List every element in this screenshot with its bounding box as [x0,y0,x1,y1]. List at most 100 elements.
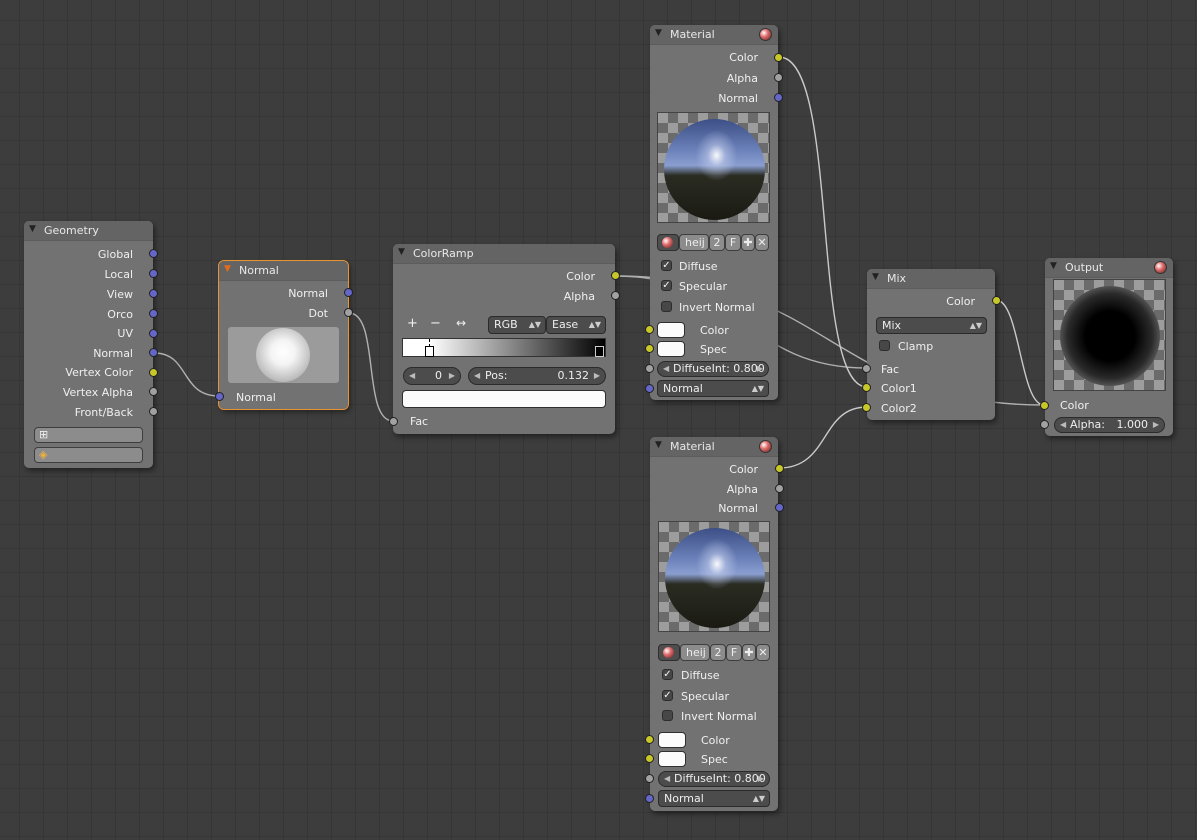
material-name-field[interactable]: heij [680,644,710,661]
socket-normal[interactable] [149,348,158,357]
socket-colorramp-fac[interactable] [389,417,398,426]
material-name-field[interactable]: heij [679,234,709,251]
normal-input-select[interactable]: Normal ▲▼ [657,380,769,397]
vertex-color-field[interactable]: ◈ [34,447,143,463]
material-browse-button[interactable] [658,644,680,661]
fake-user-button[interactable]: F [725,234,741,251]
material-preview-toggle-icon[interactable] [1154,261,1167,274]
material-users-button[interactable]: 2 [709,234,725,251]
diffuse-intensity-field[interactable]: ◀ DiffuseInt: 0.800 ▶ [658,771,770,787]
colorramp-node[interactable]: ▼ ColorRamp Color Alpha + − ↔ RGB ▲▼ Eas… [393,244,615,434]
position-field[interactable]: ◀ Pos: 0.132 ▶ [468,367,606,385]
add-stop-button[interactable]: + [407,316,418,331]
uv-map-field[interactable]: ⊞ [34,427,143,443]
material-browse-button[interactable] [657,234,679,251]
node-header[interactable]: ▼ ColorRamp [393,244,615,264]
spec-swatch[interactable] [657,341,685,357]
node-header[interactable]: ▼ Material [650,25,778,45]
normal-sphere[interactable] [256,328,310,382]
color-swatch[interactable] [658,732,686,748]
socket-matbot-normal-in[interactable] [645,794,654,803]
socket-mattop-normal-out[interactable] [774,93,783,102]
increment-arrow-icon[interactable]: ▶ [758,772,764,786]
socket-uv[interactable] [149,329,158,338]
color-mode-select[interactable]: RGB ▲▼ [488,316,546,334]
socket-mattop-color-out[interactable] [774,53,783,62]
specular-checkbox[interactable]: ✓ [662,690,673,701]
decrement-arrow-icon[interactable]: ◀ [409,368,415,384]
diffuse-checkbox[interactable]: ✓ [661,260,672,271]
socket-mix-color1-in[interactable] [862,383,871,392]
collapse-triangle-icon[interactable]: ▼ [872,272,879,282]
socket-mattop-color-in[interactable] [645,325,654,334]
increment-arrow-icon[interactable]: ▶ [594,368,600,384]
spec-swatch[interactable] [658,751,686,767]
specular-checkbox[interactable]: ✓ [661,280,672,291]
socket-local[interactable] [149,269,158,278]
active-stop-field[interactable]: ◀ 0 ▶ [403,367,461,385]
material-users-button[interactable]: 2 [710,644,726,661]
flip-ramp-button[interactable]: ↔ [456,316,466,330]
decrement-arrow-icon[interactable]: ◀ [474,368,480,384]
socket-matbot-diffuseint-in[interactable] [645,774,654,783]
normal-direction-widget[interactable] [228,327,339,383]
new-material-button[interactable]: ✚ [741,234,755,251]
socket-normal-out[interactable] [344,288,353,297]
unlink-material-button[interactable]: ✕ [756,644,770,661]
interpolation-select[interactable]: Ease ▲▼ [546,316,606,334]
node-header[interactable]: ▼ Output [1045,258,1173,278]
ramp-stop-end[interactable] [595,346,604,357]
output-node[interactable]: ▼ Output Color ◀ Alpha: 1.000 ▶ [1045,258,1173,436]
socket-colorramp-color[interactable] [611,271,620,280]
socket-dot-out[interactable] [344,308,353,317]
socket-matbot-color-out[interactable] [775,464,784,473]
socket-vertex-alpha[interactable] [149,387,158,396]
fake-user-button[interactable]: F [726,644,742,661]
material-preview-toggle-icon[interactable] [759,28,772,41]
invert-normal-checkbox[interactable] [662,710,673,721]
socket-mattop-normal-in[interactable] [645,384,654,393]
new-material-button[interactable]: ✚ [742,644,756,661]
ramp-stop-active[interactable] [425,346,434,357]
decrement-arrow-icon[interactable]: ◀ [664,772,670,786]
material-node-bottom[interactable]: ▼ Material Color Alpha Normal heij 2 F ✚… [650,437,778,811]
material-preview-toggle-icon[interactable] [759,440,772,453]
alpha-field[interactable]: ◀ Alpha: 1.000 ▶ [1054,417,1165,433]
socket-global[interactable] [149,249,158,258]
node-header[interactable]: ▼ Mix [867,269,995,289]
diffuse-checkbox[interactable]: ✓ [662,669,673,680]
normal-input-select[interactable]: Normal ▲▼ [658,790,770,807]
collapse-triangle-icon[interactable]: ▼ [1050,261,1057,271]
collapse-triangle-icon[interactable]: ▼ [655,440,662,450]
socket-normal-in[interactable] [215,392,224,401]
increment-arrow-icon[interactable]: ▶ [1153,418,1159,432]
socket-matbot-color-in[interactable] [645,735,654,744]
socket-output-color-in[interactable] [1040,401,1049,410]
invert-normal-checkbox[interactable] [661,301,672,312]
diffuse-intensity-field[interactable]: ◀ DiffuseInt: 0.800 ▶ [657,361,769,377]
node-header[interactable]: ▼ Material [650,437,778,457]
socket-front-back[interactable] [149,407,158,416]
material-selector[interactable]: heij 2 F ✚ ✕ [658,644,770,661]
remove-stop-button[interactable]: − [430,316,441,331]
collapse-triangle-icon[interactable]: ▼ [398,247,405,257]
socket-mix-color2-in[interactable] [862,403,871,412]
socket-mattop-alpha-out[interactable] [774,73,783,82]
unlink-material-button[interactable]: ✕ [755,234,769,251]
collapse-triangle-icon[interactable]: ▼ [655,28,662,38]
socket-mattop-spec-in[interactable] [645,344,654,353]
decrement-arrow-icon[interactable]: ◀ [663,362,669,376]
material-selector[interactable]: heij 2 F ✚ ✕ [657,234,769,251]
clamp-checkbox[interactable] [879,340,890,351]
material-node-top[interactable]: ▼ Material Color Alpha Normal heij 2 F ✚… [650,25,778,400]
socket-mattop-diffuseint-in[interactable] [645,364,654,373]
socket-mix-fac-in[interactable] [862,364,871,373]
geometry-node[interactable]: ▼ Geometry Global Local View Orco UV Nor… [24,221,153,468]
socket-output-alpha-in[interactable] [1040,420,1049,429]
mix-node[interactable]: ▼ Mix Color Mix ▲▼ Clamp Fac Color1 Colo… [867,269,995,420]
collapse-triangle-icon[interactable]: ▼ [224,264,231,274]
color-swatch[interactable] [657,322,685,338]
socket-mix-color-out[interactable] [992,296,1001,305]
socket-view[interactable] [149,289,158,298]
socket-matbot-spec-in[interactable] [645,754,654,763]
